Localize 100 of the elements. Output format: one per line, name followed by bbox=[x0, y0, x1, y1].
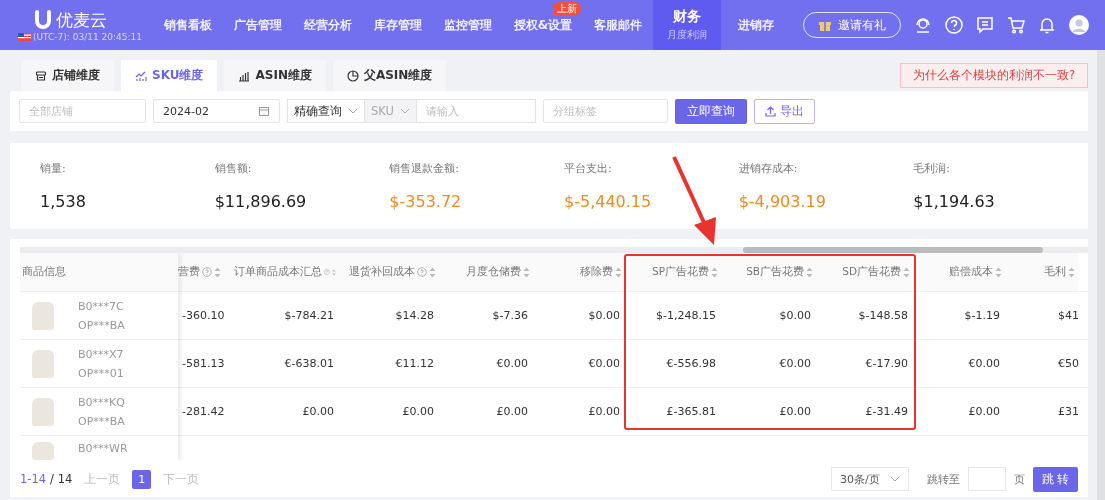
vertical-scrollbar[interactable] bbox=[1097, 50, 1105, 500]
dimension-tab[interactable]: ASIN维度 bbox=[224, 60, 326, 91]
profit-notice-button[interactable]: 为什么各个模块的利润不一致? bbox=[899, 63, 1088, 88]
table-cell-text: €50 bbox=[1057, 356, 1078, 372]
stat-label: 销售额: bbox=[214, 161, 253, 176]
sort-icon[interactable] bbox=[523, 266, 530, 278]
line-chart-icon bbox=[135, 69, 147, 82]
sort-icon[interactable] bbox=[615, 266, 622, 278]
table-cell-text: €0.00 bbox=[495, 356, 529, 372]
scrollbar-thumb[interactable] bbox=[743, 247, 1043, 253]
stat-label: 进销存成本: bbox=[738, 161, 799, 176]
sku-text: OP***BA bbox=[78, 414, 125, 428]
stat-value: $-5,440.15 bbox=[564, 192, 653, 211]
pie-chart-icon bbox=[346, 69, 359, 82]
photo-placeholder bbox=[32, 301, 54, 330]
table-cell-text: €0.00 bbox=[587, 356, 621, 372]
table-cell-text: £0.00 bbox=[495, 404, 529, 420]
message-icon[interactable] bbox=[975, 15, 995, 35]
table-cell-text: £0.00 bbox=[301, 404, 335, 420]
chevron-down-icon bbox=[890, 476, 900, 482]
column-header[interactable]: 移除费 bbox=[536, 253, 628, 291]
help-icon[interactable] bbox=[944, 15, 964, 35]
table-cell-text: £-365.81 bbox=[665, 404, 717, 420]
table-cell-text: $-148.58 bbox=[857, 308, 909, 324]
new-badge: 上新 bbox=[553, 2, 581, 15]
headset-icon[interactable] bbox=[913, 15, 933, 35]
chevron-down-icon bbox=[399, 108, 410, 114]
nav-menu-item[interactable]: 授权&设置 bbox=[503, 16, 583, 34]
dimension-tab[interactable]: 父ASIN维度 bbox=[332, 60, 447, 91]
sort-icon[interactable] bbox=[995, 266, 1002, 278]
nav-menu-item[interactable]: 经营分析 bbox=[293, 16, 363, 34]
stat-value: $11,896.69 bbox=[214, 192, 308, 211]
asin-text: B0***KQ bbox=[78, 395, 125, 409]
total-count: / 14 bbox=[50, 472, 73, 486]
nav-menu-item[interactable]: 广告管理 bbox=[223, 16, 293, 34]
nav-menu-item[interactable]: 监控管理 bbox=[433, 16, 503, 34]
table-cell-text: $-784.21 bbox=[283, 308, 335, 324]
bell-icon[interactable] bbox=[1037, 15, 1057, 35]
stat-value: $1,194.63 bbox=[913, 192, 996, 211]
query-button[interactable]: 立即查询 bbox=[674, 98, 747, 124]
export-button[interactable]: 导出 bbox=[753, 98, 815, 124]
stat-label: 销售退款金额: bbox=[389, 161, 461, 176]
dimension-tab[interactable]: 店铺维度 bbox=[21, 60, 114, 91]
photo-placeholder bbox=[32, 442, 54, 460]
sort-icon[interactable] bbox=[903, 266, 910, 278]
column-header[interactable]: 毛利 bbox=[1008, 253, 1078, 291]
column-header[interactable]: 赔偿成本 bbox=[916, 253, 1008, 291]
table-cell-text: £0.00 bbox=[401, 404, 435, 420]
column-header[interactable]: 订单商品成本汇总 bbox=[234, 253, 342, 291]
photo-placeholder bbox=[32, 397, 54, 426]
calendar-icon bbox=[258, 105, 270, 117]
nav-menu-item[interactable]: 进销存 bbox=[721, 16, 791, 34]
bar-chart-icon bbox=[238, 69, 251, 82]
page-number[interactable]: 1 bbox=[132, 469, 152, 489]
column-header[interactable]: SD广告花费 bbox=[819, 253, 916, 291]
column-header[interactable]: 退货补回成本 bbox=[342, 253, 442, 291]
sort-icon[interactable] bbox=[429, 266, 436, 278]
stat-label: 销量: bbox=[40, 161, 67, 176]
sort-icon[interactable] bbox=[711, 266, 718, 278]
table-cell-text: £0.00 bbox=[587, 404, 621, 420]
flag-icon bbox=[18, 32, 31, 41]
dimension-tab[interactable]: SKU维度 bbox=[121, 60, 218, 91]
column-header[interactable]: 营费 bbox=[178, 253, 234, 291]
column-header[interactable]: SB广告花费 bbox=[724, 253, 819, 291]
stat-label: 平台支出: bbox=[564, 161, 613, 176]
table-cell-text: $-7.36 bbox=[491, 308, 529, 324]
table-cell-text: $0.00 bbox=[587, 308, 621, 324]
group-tag-select[interactable]: 分组标签 bbox=[542, 99, 668, 123]
photo-placeholder bbox=[32, 349, 54, 378]
table-cell-text: €11.12 bbox=[394, 356, 435, 372]
avatar-icon[interactable] bbox=[1068, 14, 1090, 36]
nav-menu-item[interactable]: 财务 月度利润 bbox=[653, 0, 721, 50]
store-select[interactable]: 全部店铺 bbox=[19, 99, 146, 123]
table-cell-text: €-556.98 bbox=[665, 356, 717, 372]
nav-menu-item[interactable]: 客服邮件 bbox=[583, 16, 653, 34]
table-cell-text: -360.10 bbox=[181, 308, 226, 324]
cart-icon[interactable] bbox=[1006, 15, 1026, 35]
page-unit: 页 bbox=[1014, 471, 1025, 487]
page-size-select[interactable]: 30条/页 bbox=[831, 467, 909, 491]
sort-icon[interactable] bbox=[214, 266, 221, 278]
upload-icon bbox=[764, 105, 776, 117]
table-cell-text: £0.00 bbox=[967, 404, 1001, 420]
keyword-input[interactable]: 请输入 bbox=[415, 99, 536, 123]
table-cell-text: £-31.49 bbox=[864, 404, 909, 420]
column-header[interactable]: SP广告花费 bbox=[628, 253, 724, 291]
jump-button[interactable]: 跳 转 bbox=[1033, 466, 1078, 492]
column-header[interactable]: 月度仓储费 bbox=[442, 253, 536, 291]
table-cell-text: £31 bbox=[1057, 404, 1078, 420]
nav-menu-item[interactable]: 销售看板 bbox=[153, 16, 223, 34]
column-header: 商品信息 bbox=[20, 253, 178, 291]
table-cell-text: -581.13 bbox=[181, 356, 226, 372]
sku-text: OP***BA bbox=[78, 318, 125, 332]
sort-icon[interactable] bbox=[806, 266, 813, 278]
nav-menu-item[interactable]: 库存管理 bbox=[363, 16, 433, 34]
table-cell-text: €0.00 bbox=[967, 356, 1001, 372]
chevron-down-icon bbox=[348, 108, 358, 114]
month-picker[interactable]: 2024-02 bbox=[153, 99, 280, 123]
asin-text: B0***7C bbox=[78, 299, 125, 313]
sort-icon[interactable] bbox=[1068, 266, 1075, 278]
table-cell-text: $-1.19 bbox=[963, 308, 1001, 324]
